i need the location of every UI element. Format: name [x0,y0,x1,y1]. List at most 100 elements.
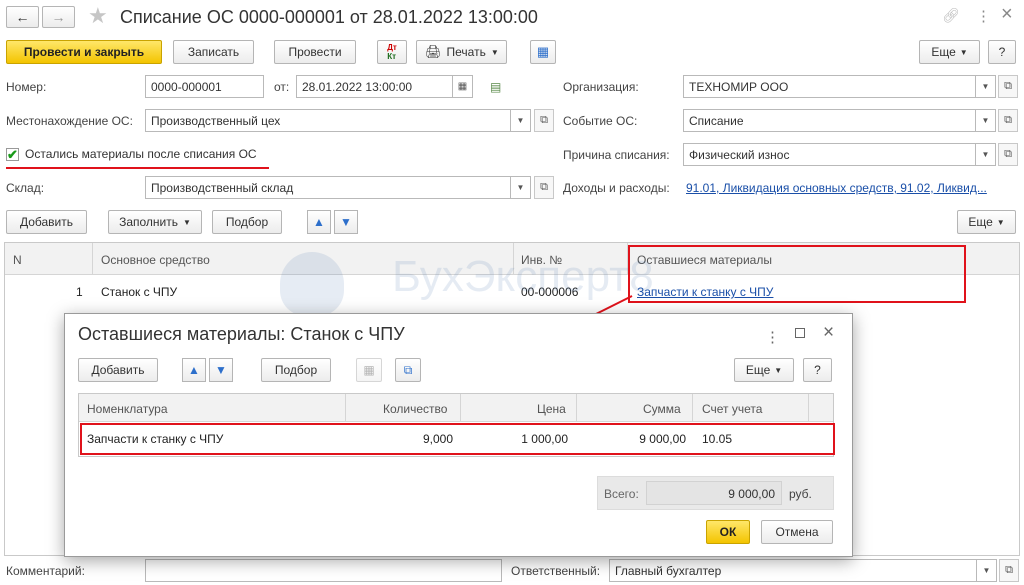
column-header-item[interactable]: Номенклатура [87,402,168,416]
responsible-open-button[interactable]: ⧉ [999,559,1019,582]
dialog-add-button[interactable]: Добавить [78,358,158,382]
arrow-down-icon: ▼ [340,215,352,229]
chevron-down-icon: ▼ [959,47,968,57]
income-expense-label: Доходы и расходы: [563,181,670,195]
remaining-materials-dialog: Оставшиеся материалы: Станок с ЧПУ ⋮ × Д… [64,313,853,557]
total-currency: руб. [789,487,812,501]
move-down-button[interactable]: ▼ [334,210,358,234]
arrow-up-icon: ▲ [313,215,325,229]
dialog-paste-button[interactable]: ▦ [356,358,382,382]
ok-button[interactable]: ОК [706,520,750,544]
fill-button[interactable]: Заполнить ▼ [108,210,202,234]
number-label: Номер: [6,80,47,94]
location-open-button[interactable]: ⧉ [534,109,554,132]
event-field[interactable]: Списание [683,109,976,132]
dialog-more-button[interactable]: Еще ▼ [734,358,794,382]
open-icon: ⧉ [540,181,548,193]
dialog-maximize-icon[interactable] [795,328,805,338]
arrow-up-icon: ▲ [188,363,200,377]
document-history-icon[interactable]: ▤ [490,80,501,94]
select-button[interactable]: Подбор [212,210,282,234]
more-button[interactable]: Еще ▼ [919,40,980,64]
materials-checkbox-label[interactable]: Остались материалы после списания ОС [25,147,257,161]
income-expense-link[interactable]: 91.01, Ликвидация основных средств, 91.0… [686,181,1018,195]
materials-checkbox[interactable]: ✔ [6,148,19,161]
warehouse-field[interactable]: Производственный склад [145,176,511,199]
column-header-n[interactable]: N [13,253,22,267]
open-icon: ⧉ [1004,80,1012,92]
location-field[interactable]: Производственный цех [145,109,511,132]
dialog-more-vertical-icon[interactable]: ⋮ [765,328,780,346]
open-icon: ⧉ [1004,114,1012,126]
checkbox-red-underline [6,167,269,169]
open-icon: ⧉ [540,114,548,126]
column-divider [808,394,809,422]
favorite-star-icon[interactable]: ★ [88,3,108,29]
table-more-button[interactable]: Еще ▼ [957,210,1016,234]
column-divider [460,394,461,422]
event-dropdown-button[interactable]: ▼ [976,109,996,132]
reason-dropdown-button[interactable]: ▼ [976,143,996,166]
reason-field[interactable]: Физический износ [683,143,976,166]
comment-field[interactable] [145,559,502,582]
number-field[interactable]: 0000-000001 [145,75,264,98]
save-button[interactable]: Записать [173,40,254,64]
dialog-move-up-button[interactable]: ▲ [182,358,206,382]
dialog-close-icon[interactable]: × [823,322,834,344]
total-label: Всего: [604,487,639,501]
dt-kt-button[interactable]: Дт Кт [377,40,407,64]
column-header-quantity[interactable]: Количество [383,402,447,416]
dt-kt-icon: Дт Кт [387,43,397,61]
column-header-asset[interactable]: Основное средство [101,253,210,267]
chevron-down-icon: ▼ [183,217,191,227]
calendar-button[interactable]: ▦ [453,75,473,98]
help-button[interactable]: ? [988,40,1016,64]
column-header-price[interactable]: Цена [537,402,566,416]
column-divider [513,243,514,275]
warehouse-dropdown-button[interactable]: ▼ [511,176,531,199]
column-header-inv[interactable]: Инв. № [521,253,562,267]
comment-label: Комментарий: [6,564,85,578]
print-button[interactable]: 🖨︎ Печать ▼ [416,40,507,64]
arrow-left-icon: ← [15,9,30,25]
reason-open-button[interactable]: ⧉ [998,143,1018,166]
dialog-copy-button[interactable]: ⧉ [395,358,421,382]
post-and-close-button[interactable]: Провести и закрыть [6,40,162,64]
event-open-button[interactable]: ⧉ [998,109,1018,132]
dialog-move-down-button[interactable]: ▼ [209,358,233,382]
responsible-dropdown-button[interactable]: ▼ [977,559,997,582]
copy-icon: ⧉ [403,362,413,377]
structure-button[interactable]: ▦ [530,40,556,64]
structure-icon: ▦ [536,44,550,59]
back-button[interactable]: ← [6,6,39,28]
move-up-button[interactable]: ▲ [307,210,331,234]
total-value: 9 000,00 [728,487,775,501]
column-header-sum[interactable]: Сумма [643,402,681,416]
add-button[interactable]: Добавить [6,210,87,234]
dialog-help-button[interactable]: ? [803,358,832,382]
organization-open-button[interactable]: ⧉ [998,75,1018,98]
forward-button[interactable]: → [42,6,75,28]
materials-row-highlight [80,423,835,455]
dialog-select-button[interactable]: Подбор [261,358,331,382]
calendar-icon: ▦ [457,81,468,92]
warehouse-open-button[interactable]: ⧉ [534,176,554,199]
organization-dropdown-button[interactable]: ▼ [976,75,996,98]
link-icon[interactable]: 🔗︎ [942,7,960,24]
responsible-label: Ответственный: [511,564,601,578]
total-value-field: 9 000,00 [646,481,782,505]
row-asset: Станок с ЧПУ [101,285,178,299]
more-vertical-icon[interactable]: ⋮ [976,7,991,25]
responsible-field[interactable]: Главный бухгалтер [609,559,977,582]
date-field[interactable]: 28.01.2022 13:00:00 [296,75,453,98]
cancel-button[interactable]: Отмена [761,520,833,544]
location-dropdown-button[interactable]: ▼ [511,109,531,132]
column-divider [576,394,577,422]
organization-field[interactable]: ТЕХНОМИР ООО [683,75,976,98]
column-header-account[interactable]: Счет учета [702,402,762,416]
post-button[interactable]: Провести [274,40,356,64]
close-icon[interactable]: × [1001,3,1013,26]
column-divider [345,394,346,422]
chevron-down-icon: ▼ [774,365,783,375]
paste-icon: ▦ [363,363,375,377]
